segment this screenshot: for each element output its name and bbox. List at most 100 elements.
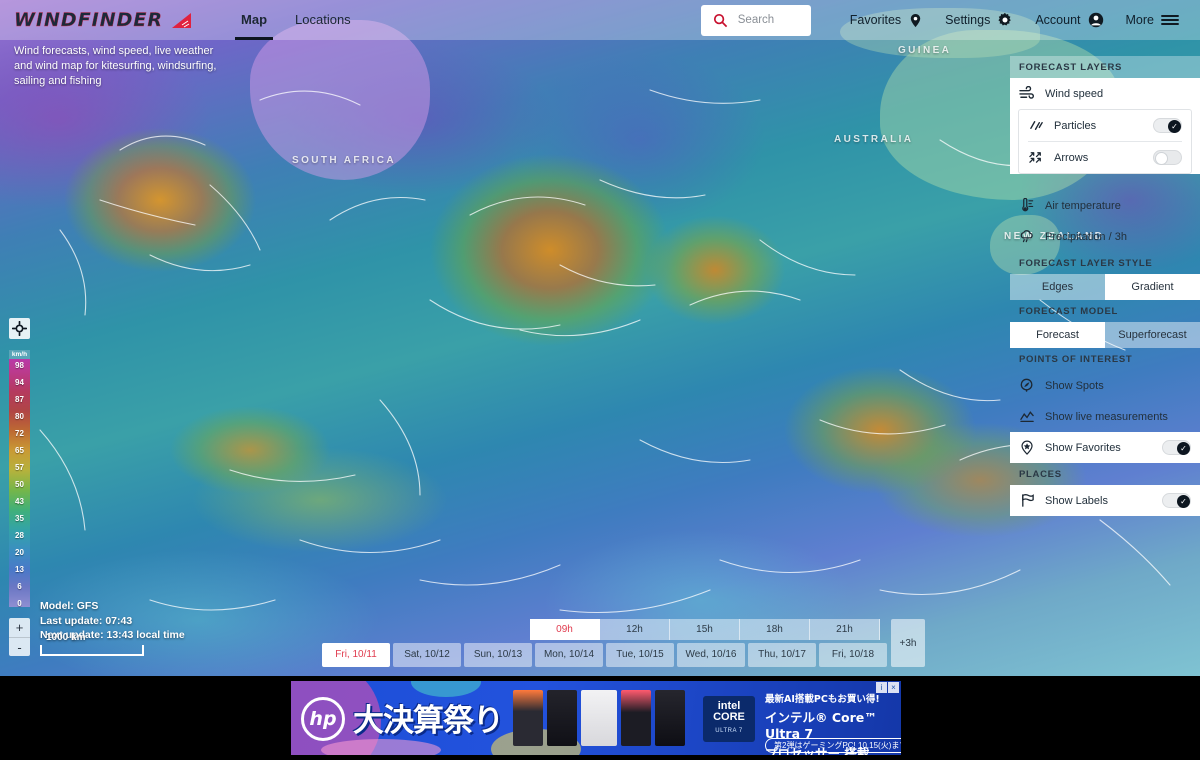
legend-tick: 13 [15, 565, 24, 574]
poi-show-live-measurements[interactable]: Show live measurements [1010, 401, 1200, 432]
star-pin-icon [1021, 440, 1033, 455]
timeline-day-cell[interactable]: Mon, 10/14 [535, 643, 603, 667]
search-input[interactable]: Search [700, 4, 811, 36]
forecast-model-forecast[interactable]: Forecast [1010, 322, 1105, 348]
ad-pc-image [513, 690, 543, 746]
layer-particles[interactable]: Particles [1019, 110, 1191, 141]
tab-locations[interactable]: Locations [281, 0, 365, 40]
forecast-model-options: Forecast Superforecast [1010, 322, 1200, 348]
poi-show-favorites[interactable]: Show Favorites [1010, 432, 1200, 463]
timeline-hour-cell[interactable]: 21h [810, 619, 880, 640]
places-show-labels-label: Show Labels [1045, 494, 1108, 507]
legend-tick: 87 [15, 395, 24, 404]
show-favorites-toggle[interactable] [1162, 440, 1191, 455]
timeline-day-cell[interactable]: Tue, 10/15 [606, 643, 674, 667]
intel-line3: ULTRA 7 [715, 728, 743, 734]
poi-favorites-card: Show Favorites [1010, 432, 1200, 463]
map-scale-bar: 1000 km [40, 632, 144, 656]
legend-color-scale: 98 94 87 80 72 65 57 50 43 35 28 20 13 6… [9, 359, 30, 608]
last-update: Last update: 07:43 [40, 614, 133, 627]
layer-arrows-label: Arrows [1054, 151, 1089, 164]
timeline-hour-cell[interactable]: 09h [530, 619, 600, 640]
timeline-day-cell[interactable]: Sun, 10/13 [464, 643, 532, 667]
timeline-step-forward-button[interactable]: +3h [891, 619, 925, 667]
thermometer-icon [1022, 198, 1034, 212]
timeline-day-cell[interactable]: Fri, 10/11 [322, 643, 390, 667]
ad-close-icon[interactable]: × [888, 682, 899, 693]
arrows-icon [1029, 152, 1041, 163]
header-actions: Search Favorites Settings Account More [700, 0, 1190, 40]
layer-precipitation[interactable]: Precipitation / 3h [1010, 221, 1200, 252]
timeline-hour-cell[interactable]: 18h [740, 619, 810, 640]
legend-tick: 57 [15, 463, 24, 472]
layer-wind-speed[interactable]: Wind speed [1010, 78, 1200, 109]
header-account-button[interactable]: Account [1024, 0, 1114, 40]
timeline-day-cell[interactable]: Thu, 10/17 [748, 643, 816, 667]
layer-air-temperature-label: Air temperature [1045, 199, 1121, 212]
wind-sublayers: Particles Arrows [1018, 109, 1192, 174]
forecast-layers-title: FORECAST LAYERS [1010, 56, 1200, 78]
places-show-labels[interactable]: Show Labels [1010, 485, 1200, 516]
settings-label: Settings [945, 13, 991, 27]
ad-pc-image [581, 690, 617, 746]
ad-pc-image [621, 690, 651, 746]
timeline-grid: 09h 12h 15h 18h 21h Fri, 10/11 Sat, 10/1… [322, 619, 887, 667]
timeline-day-cell[interactable]: Wed, 10/16 [677, 643, 745, 667]
account-label: Account [1035, 13, 1081, 27]
layer-particles-label: Particles [1054, 119, 1097, 132]
zoom-out-button[interactable]: - [9, 637, 30, 656]
header-settings-button[interactable]: Settings [934, 0, 1024, 40]
forecast-layers-card: Wind speed Particles ✓ Arrows [1010, 78, 1200, 174]
search-icon [713, 13, 727, 27]
cloud-rain-icon [1020, 230, 1033, 243]
layer-style-edges[interactable]: Edges [1010, 274, 1105, 300]
poi-show-favorites-label: Show Favorites [1045, 441, 1121, 454]
search-placeholder: Search [737, 14, 775, 26]
legend-tick: 72 [15, 429, 24, 438]
ad-pc-image [655, 690, 685, 746]
legend-tick: 80 [15, 412, 24, 421]
timeline-days-row: Fri, 10/11 Sat, 10/12 Sun, 10/13 Mon, 10… [322, 643, 887, 667]
layer-arrows[interactable]: Arrows [1019, 142, 1191, 173]
spot-icon [1020, 378, 1033, 392]
timeline-day-cell[interactable]: Sat, 10/12 [393, 643, 461, 667]
layer-air-temperature[interactable]: Air temperature [1010, 190, 1200, 221]
arrows-toggle[interactable] [1153, 150, 1182, 165]
ad-copy-line1: 最新AI搭載PCもお買い得! [765, 694, 880, 705]
legend-tick: 0 [17, 599, 22, 608]
ad-badge-group: i × [876, 682, 899, 693]
locate-me-button[interactable] [9, 318, 30, 339]
poi-show-spots[interactable]: Show Spots [1010, 370, 1200, 401]
intel-badge: intel CORE ULTRA 7 [703, 696, 755, 742]
legend-tick: 28 [15, 531, 24, 540]
places-title: PLACES [1019, 469, 1062, 480]
zoom-in-button[interactable]: + [9, 618, 30, 637]
ad-info-icon[interactable]: i [876, 682, 887, 693]
header-favorites-button[interactable]: Favorites [839, 0, 934, 40]
hp-logo: hp [301, 697, 345, 741]
model-name: Model: GFS [40, 600, 99, 612]
particles-icon [1030, 121, 1043, 130]
timeline-day-cell[interactable]: Fri, 10/18 [819, 643, 887, 667]
ad-copy-line2: インテル® Core™ Ultra 7 [765, 710, 877, 741]
tab-map[interactable]: Map [227, 0, 281, 40]
layer-style-gradient[interactable]: Gradient [1105, 274, 1200, 300]
forecast-model-superforecast[interactable]: Superforecast [1105, 322, 1200, 348]
gear-icon [998, 12, 1012, 26]
advertisement-area: hp 大決算祭り intel CORE ULTRA 7 最新AI搭載PCもお買い… [0, 676, 1200, 760]
timeline-hour-cell[interactable]: 12h [600, 619, 670, 640]
timeline-hour-cell[interactable]: 15h [670, 619, 740, 640]
particles-toggle[interactable] [1153, 118, 1182, 133]
header-more-button[interactable]: More [1115, 0, 1190, 40]
hp-advertisement-banner[interactable]: hp 大決算祭り intel CORE ULTRA 7 最新AI搭載PCもお買い… [291, 681, 901, 755]
layer-precipitation-label: Precipitation / 3h [1045, 230, 1127, 243]
site-logo[interactable]: WINDFINDER [14, 9, 193, 31]
legend-unit-label: km/h [9, 350, 30, 359]
main-nav-tabs: Map Locations [227, 0, 365, 40]
layer-style-options: Edges Gradient [1010, 274, 1200, 300]
windfinder-sail-icon [172, 12, 192, 28]
forecast-timeline: 09h 12h 15h 18h 21h Fri, 10/11 Sat, 10/1… [322, 619, 925, 667]
ad-cta-button[interactable]: 第2弾はゲーミングPC! 10.15(火)まで ≫ [765, 738, 901, 753]
show-labels-toggle[interactable] [1162, 493, 1191, 508]
poi-show-live-measurements-label: Show live measurements [1045, 410, 1168, 423]
